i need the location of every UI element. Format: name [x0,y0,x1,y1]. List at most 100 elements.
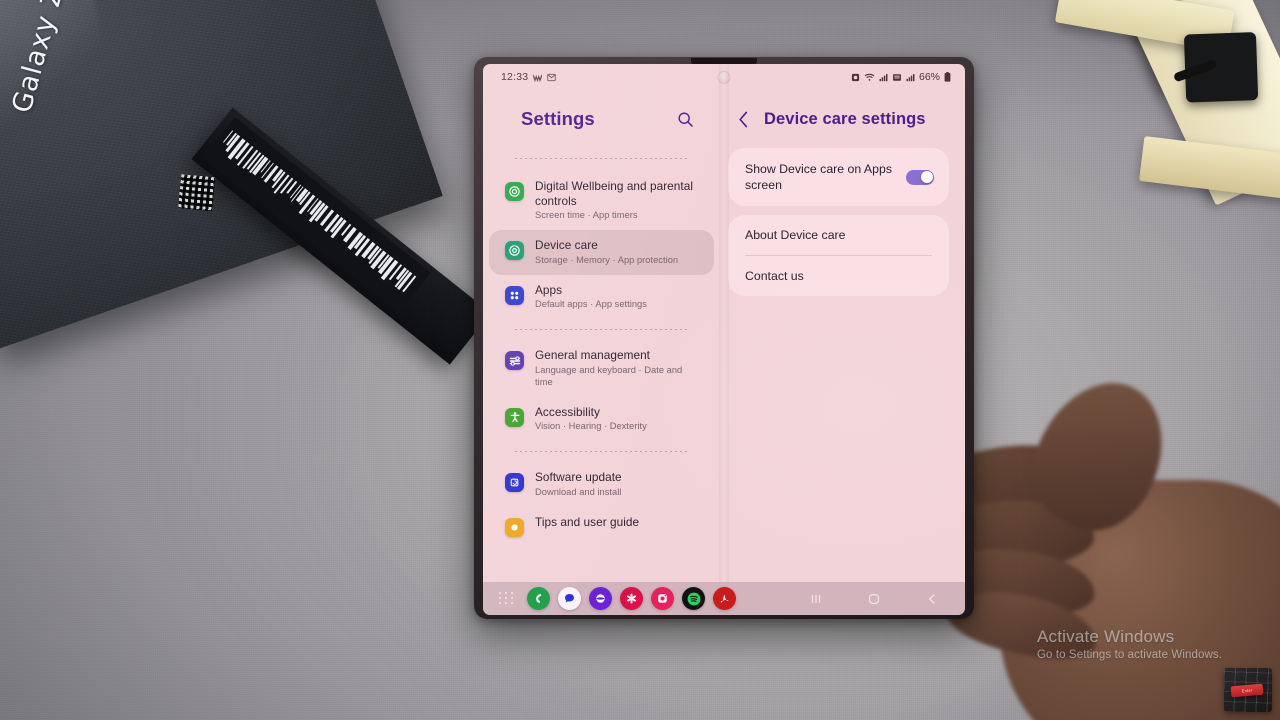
drawer-dot [505,602,507,604]
globe-glyph [594,592,607,605]
spotify-app-icon[interactable] [682,587,705,610]
home-glyph [867,592,881,606]
corner-thumbnail: Enter [1224,668,1272,712]
sidebar-item-general-management[interactable]: General management Language and keyboard… [489,340,714,396]
chevron-left-icon[interactable] [734,108,752,130]
sidebar-item-subtitle: Screen time · App timers [535,210,700,222]
sidebar-item-software-update[interactable]: Software update Download and install [489,462,714,507]
detail-body: Show Device care on Apps screen About De… [720,148,965,582]
detail-page-title: Device care settings [764,110,926,129]
divider-mid [515,329,690,330]
page-title: Settings [521,108,595,130]
sidebar-item-digital-wellbeing[interactable]: Digital Wellbeing and parental controls … [489,171,714,230]
links-card: About Device care Contact us [728,215,949,296]
asterisk-app-icon[interactable] [620,587,643,610]
settings-list: Digital Wellbeing and parental controls … [483,169,720,582]
drawer-dot [499,597,501,599]
taskbar-dock [483,582,965,615]
speech-bubble-glyph [563,592,576,605]
digital-wellbeing-icon [505,182,524,201]
tips-icon [505,518,524,537]
phone-glyph [532,592,545,605]
contact-us-item[interactable]: Contact us [728,256,949,296]
sidebar-item-apps[interactable]: Apps Default apps · App settings [489,275,714,320]
sidebar-item-subtitle: Language and keyboard · Date and time [535,365,700,389]
phone-screen: 12:33 66% Settings Digital Wellbeing and… [483,64,965,615]
battery-percent: 66% [919,71,940,83]
sliders-icon [505,351,524,370]
split-panes: Settings Digital Wellbeing and parental … [483,90,965,582]
recents-glyph [809,592,823,606]
wooden-blocks [1074,0,1280,243]
foldable-phone: 12:33 66% Settings Digital Wellbeing and… [474,57,974,619]
show-device-care-row[interactable]: Show Device care on Apps screen [728,148,949,206]
sidebar-item-text: Accessibility Vision · Hearing · Dexteri… [535,405,647,434]
toggle-knob [921,171,933,183]
internet-app-icon[interactable] [589,587,612,610]
settings-header: Settings [483,90,720,148]
drawer-dot [499,592,501,594]
dual-messaging-icon [547,73,556,82]
sidebar-item-subtitle: Storage · Memory · App protection [535,255,678,267]
sidebar-item-title: Apps [535,283,647,298]
sidebar-item-subtitle: Vision · Hearing · Dexterity [535,421,647,433]
back-button[interactable] [925,592,939,606]
sidebar-item-title: Device care [535,238,678,253]
drawer-dot [511,597,513,599]
apps-grid-icon [505,286,524,305]
recents-button[interactable] [809,592,823,606]
sidebar-item-text: Apps Default apps · App settings [535,283,647,312]
device-care-icon [505,241,524,260]
tips-glyph [509,522,520,533]
battery-icon [944,72,951,82]
toggle-card: Show Device care on Apps screen [728,148,949,206]
spotify-glyph [686,591,702,607]
sidebar-item-text: Digital Wellbeing and parental controls … [535,179,700,222]
sidebar-item-device-care[interactable]: Device care Storage · Memory · App prote… [489,230,714,275]
messages-app-icon[interactable] [558,587,581,610]
black-clamp-object [1184,32,1258,102]
sidebar-item-text: Device care Storage · Memory · App prote… [535,238,678,267]
sidebar-item-title: Software update [535,470,622,485]
detail-header: Device care settings [720,90,965,148]
divider-top [515,158,690,159]
search-icon[interactable] [674,108,696,130]
apps-grid-glyph [509,290,520,301]
search-glyph [677,111,694,128]
instagram-app-icon[interactable] [651,587,674,610]
qr-code [178,174,215,211]
settings-left-pane: Settings Digital Wellbeing and parental … [483,90,720,582]
asterisk-glyph [625,592,638,605]
phone-app-icon[interactable] [527,587,550,610]
show-device-care-toggle[interactable] [906,170,934,185]
status-bar: 12:33 66% [483,64,965,90]
sidebar-item-text: General management Language and keyboard… [535,348,700,388]
accessibility-glyph [509,411,521,423]
acrobat-app-icon[interactable] [713,587,736,610]
about-device-care-item[interactable]: About Device care [728,215,949,255]
drawer-dot [511,602,513,604]
drawer-dot [511,592,513,594]
sidebar-item-accessibility[interactable]: Accessibility Vision · Hearing · Dexteri… [489,397,714,442]
sidebar-item-title: General management [535,348,700,363]
status-bar-left: 12:33 [501,71,556,83]
home-button[interactable] [867,592,881,606]
drawer-dot [505,592,507,594]
sidebar-item-title: Accessibility [535,405,647,420]
sidebar-item-subtitle: Default apps · App settings [535,299,647,311]
wallet-icon [533,73,542,82]
accessibility-icon [505,408,524,427]
drawer-dot [505,597,507,599]
acrobat-a-glyph [718,592,731,605]
drawer-dot [499,602,501,604]
sliders-glyph [509,355,521,367]
sidebar-item-title: Digital Wellbeing and parental controls [535,179,700,208]
wellbeing-glyph [508,185,521,198]
signal-secondary-icon [906,73,915,82]
toggle-label: Show Device care on Apps screen [745,161,906,193]
sidebar-item-subtitle: Download and install [535,487,622,499]
app-drawer-icon[interactable] [499,592,515,605]
back-glyph [925,592,939,606]
sidebar-item-text: Tips and user guide [535,515,639,530]
sidebar-item-tips[interactable]: Tips and user guide [489,507,714,545]
